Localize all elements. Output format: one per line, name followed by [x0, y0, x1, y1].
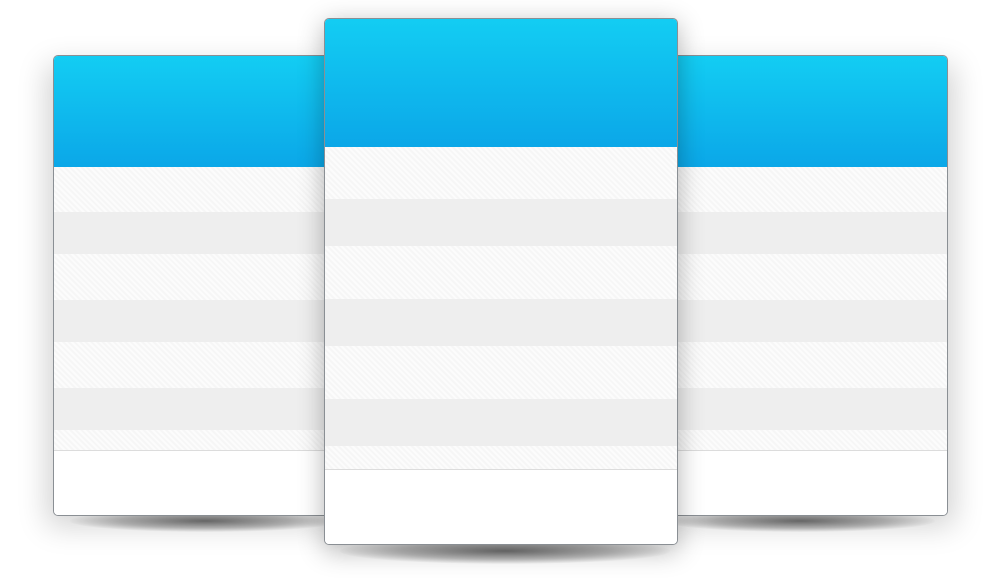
- card-row: [666, 300, 947, 342]
- card-row: [666, 212, 947, 254]
- card-row: [666, 430, 947, 452]
- card-row: [54, 300, 335, 342]
- card-row: [325, 246, 677, 299]
- card-row: [54, 342, 335, 388]
- card-footer: [325, 469, 677, 544]
- card-row: [54, 167, 335, 212]
- card-row: [325, 346, 677, 399]
- card-row: [325, 147, 677, 199]
- card-row: [666, 167, 947, 212]
- pricing-card-left: [53, 55, 336, 516]
- card-row: [54, 430, 335, 452]
- card-row: [666, 342, 947, 388]
- card-footer: [666, 450, 947, 515]
- card-row: [54, 388, 335, 430]
- card-row: [325, 199, 677, 246]
- card-footer: [54, 450, 335, 515]
- card-row: [54, 212, 335, 254]
- pricing-card-center: [324, 18, 678, 545]
- card-row: [325, 446, 677, 471]
- pricing-card-right: [665, 55, 948, 516]
- card-row: [666, 254, 947, 300]
- card-header: [54, 56, 335, 168]
- card-header: [666, 56, 947, 168]
- card-header: [325, 19, 677, 148]
- card-row: [325, 399, 677, 446]
- card-row: [666, 388, 947, 430]
- card-row: [54, 254, 335, 300]
- card-row: [325, 299, 677, 346]
